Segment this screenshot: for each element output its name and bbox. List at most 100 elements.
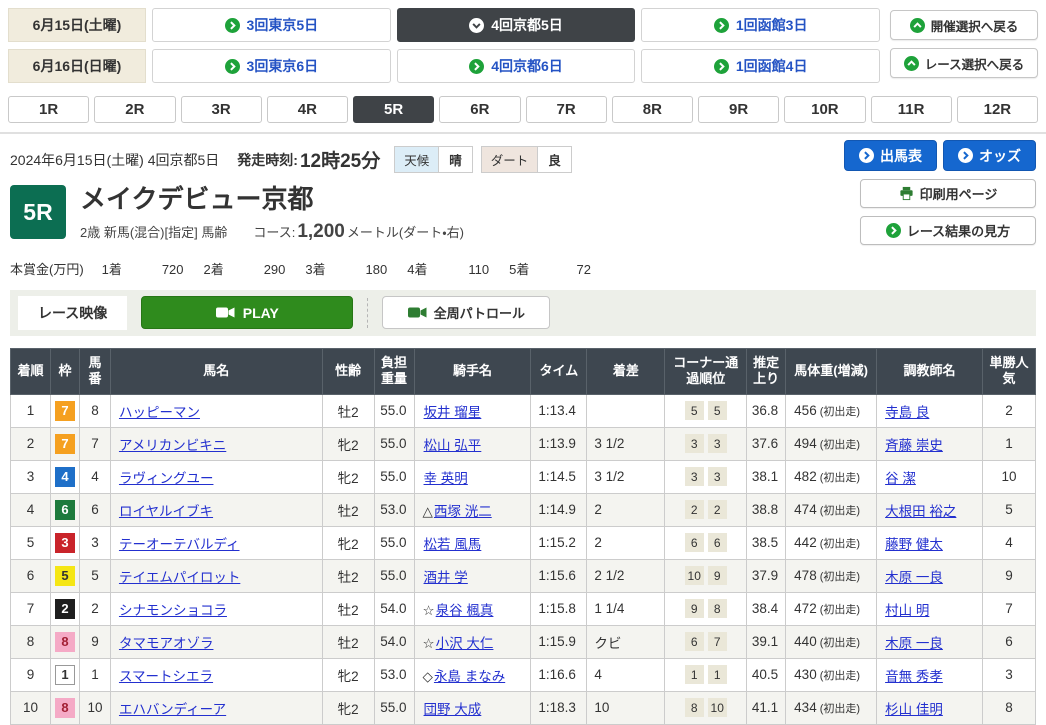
- sex-age: 牡2: [322, 559, 374, 592]
- shutuba-label: 出馬表: [880, 146, 922, 166]
- corner-order-cell: 810: [665, 691, 747, 724]
- win-favorite: 8: [982, 691, 1035, 724]
- race-tab[interactable]: 8R: [612, 96, 693, 123]
- horse-name-cell: テーオーテバルディ: [110, 526, 322, 559]
- start-time-label: 発走時刻:: [237, 150, 298, 170]
- race-tab[interactable]: 5R: [353, 96, 434, 123]
- jockey-link[interactable]: 泉谷 楓真: [436, 603, 494, 618]
- back-to-kaisai-select-button[interactable]: 開催選択へ戻る: [890, 10, 1038, 40]
- trainer-link[interactable]: 大根田 裕之: [885, 504, 956, 519]
- nav-row-sunday: 6月16日(日曜) 3回東京6日 4回京都6日 1回函館4日: [8, 49, 880, 83]
- meeting-label: 4回京都5日: [491, 15, 563, 35]
- finish-time: 1:15.6: [531, 559, 587, 592]
- body-weight: 494: [794, 436, 817, 451]
- trainer-link[interactable]: 村山 明: [885, 603, 929, 618]
- horse-name-link[interactable]: ハッピーマン: [119, 405, 200, 420]
- horse-name-link[interactable]: シナモンショコラ: [119, 603, 227, 618]
- jockey-link[interactable]: 西塚 洸二: [434, 504, 492, 519]
- race-tab[interactable]: 7R: [526, 96, 607, 123]
- race-tab[interactable]: 12R: [957, 96, 1038, 123]
- trainer-link[interactable]: 木原 一良: [885, 570, 943, 585]
- body-weight: 442: [794, 535, 817, 550]
- shutuba-button[interactable]: 出馬表: [844, 140, 937, 171]
- horse-number: 10: [79, 691, 110, 724]
- weather-value: 晴: [438, 147, 472, 172]
- corner-order-1: 8: [685, 698, 704, 717]
- body-weight-cell: 494(初出走): [786, 427, 877, 460]
- trainer-link[interactable]: 斉藤 崇史: [885, 438, 943, 453]
- finish-position: 3: [11, 460, 51, 493]
- jockey-link[interactable]: 団野 大成: [424, 702, 482, 717]
- jockey-cell: 松若 風馬: [414, 526, 531, 559]
- horse-name-link[interactable]: アメリカンビキニ: [119, 438, 226, 453]
- odds-button[interactable]: オッズ: [943, 140, 1036, 171]
- trainer-link[interactable]: 寺島 良: [885, 405, 929, 420]
- jockey-link[interactable]: 幸 英明: [424, 471, 468, 486]
- meeting-button-hakodate-3[interactable]: 1回函館3日: [641, 8, 880, 42]
- horse-number: 4: [79, 460, 110, 493]
- trainer-link[interactable]: 谷 潔: [885, 471, 916, 486]
- back-to-race-select-button[interactable]: レース選択へ戻る: [890, 48, 1038, 78]
- jockey-link[interactable]: 松若 風馬: [424, 537, 482, 552]
- horse-name-link[interactable]: ロイヤルイブキ: [119, 504, 213, 519]
- horse-name-link[interactable]: スマートシエラ: [119, 669, 213, 684]
- horse-name-cell: スマートシエラ: [110, 658, 322, 691]
- carried-weight: 55.0: [374, 460, 414, 493]
- trainer-link[interactable]: 杉山 佳明: [885, 702, 943, 717]
- meeting-button-kyoto-6[interactable]: 4回京都6日: [397, 49, 636, 83]
- race-tab[interactable]: 2R: [94, 96, 175, 123]
- trainer-cell: 藤野 健太: [877, 526, 983, 559]
- horse-name-link[interactable]: テーオーテバルディ: [119, 537, 240, 552]
- result-guide-button[interactable]: レース結果の見方: [860, 216, 1036, 245]
- corner-order-1: 10: [685, 566, 704, 585]
- last-3f-time: 38.1: [747, 460, 786, 493]
- meeting-button-hakodate-4[interactable]: 1回函館4日: [641, 49, 880, 83]
- horse-name-link[interactable]: テイエムパイロット: [119, 570, 240, 585]
- corner-order-cell: 22: [665, 493, 747, 526]
- horse-name-link[interactable]: ラヴィングユー: [119, 471, 214, 486]
- jockey-allowance-mark: ☆: [423, 603, 435, 618]
- trainer-link[interactable]: 木原 一良: [885, 636, 943, 651]
- meeting-button-tokyo-5[interactable]: 3回東京5日: [152, 8, 391, 42]
- jockey-link[interactable]: 酒井 学: [424, 570, 468, 585]
- results-table: 着順 枠 馬番 馬名 性齢 負担重量 騎手名 タイム 着差 コーナー通過順位 推…: [10, 348, 1036, 725]
- top-nav: 6月15日(土曜) 3回東京5日 4回京都5日 1回函館3日 6月16日(日曜)…: [0, 0, 1046, 89]
- patrol-video-button[interactable]: 全周パトロール: [382, 296, 550, 329]
- race-tab[interactable]: 4R: [267, 96, 348, 123]
- jockey-cell: 松山 弘平: [414, 427, 531, 460]
- finish-time: 1:13.9: [531, 427, 587, 460]
- meeting-button-tokyo-6[interactable]: 3回東京6日: [152, 49, 391, 83]
- corner-order-cell: 109: [665, 559, 747, 592]
- race-tab[interactable]: 6R: [439, 96, 520, 123]
- chevron-up-circle-icon: [904, 56, 919, 71]
- result-row: 5 3 3 テーオーテバルディ 牝2 55.0 松若 風馬 1:15.2 2 6…: [11, 526, 1036, 559]
- print-page-button[interactable]: 印刷用ページ: [860, 179, 1036, 208]
- body-weight: 472: [794, 601, 817, 616]
- horse-name-link[interactable]: タマモアオゾラ: [119, 636, 214, 651]
- race-tab[interactable]: 3R: [181, 96, 262, 123]
- race-tab[interactable]: 1R: [8, 96, 89, 123]
- race-tab[interactable]: 11R: [871, 96, 952, 123]
- jockey-link[interactable]: 永島 まなみ: [434, 669, 505, 684]
- horse-name-cell: エハバンディーア: [110, 691, 322, 724]
- finish-time: 1:18.3: [531, 691, 587, 724]
- trainer-link[interactable]: 音無 秀孝: [885, 669, 943, 684]
- weather-badge: 天候 晴: [394, 146, 473, 173]
- play-video-button[interactable]: PLAY: [141, 296, 353, 329]
- frame-number-badge: 3: [55, 533, 75, 553]
- trainer-link[interactable]: 藤野 健太: [885, 537, 943, 552]
- meeting-button-kyoto-5-active[interactable]: 4回京都5日: [397, 8, 636, 42]
- win-favorite: 2: [982, 394, 1035, 427]
- sex-age: 牝2: [322, 526, 374, 559]
- last-3f-time: 36.8: [747, 394, 786, 427]
- horse-name-link[interactable]: エハバンディーア: [119, 702, 226, 717]
- race-tab[interactable]: 10R: [784, 96, 865, 123]
- jockey-link[interactable]: 松山 弘平: [424, 438, 482, 453]
- corner-order-2: 9: [708, 566, 727, 585]
- jockey-link[interactable]: 小沢 大仁: [436, 636, 494, 651]
- frame-number-badge: 7: [55, 401, 75, 421]
- race-tab[interactable]: 9R: [698, 96, 779, 123]
- win-favorite: 1: [982, 427, 1035, 460]
- last-3f-time: 37.6: [747, 427, 786, 460]
- jockey-link[interactable]: 坂井 瑠星: [424, 405, 482, 420]
